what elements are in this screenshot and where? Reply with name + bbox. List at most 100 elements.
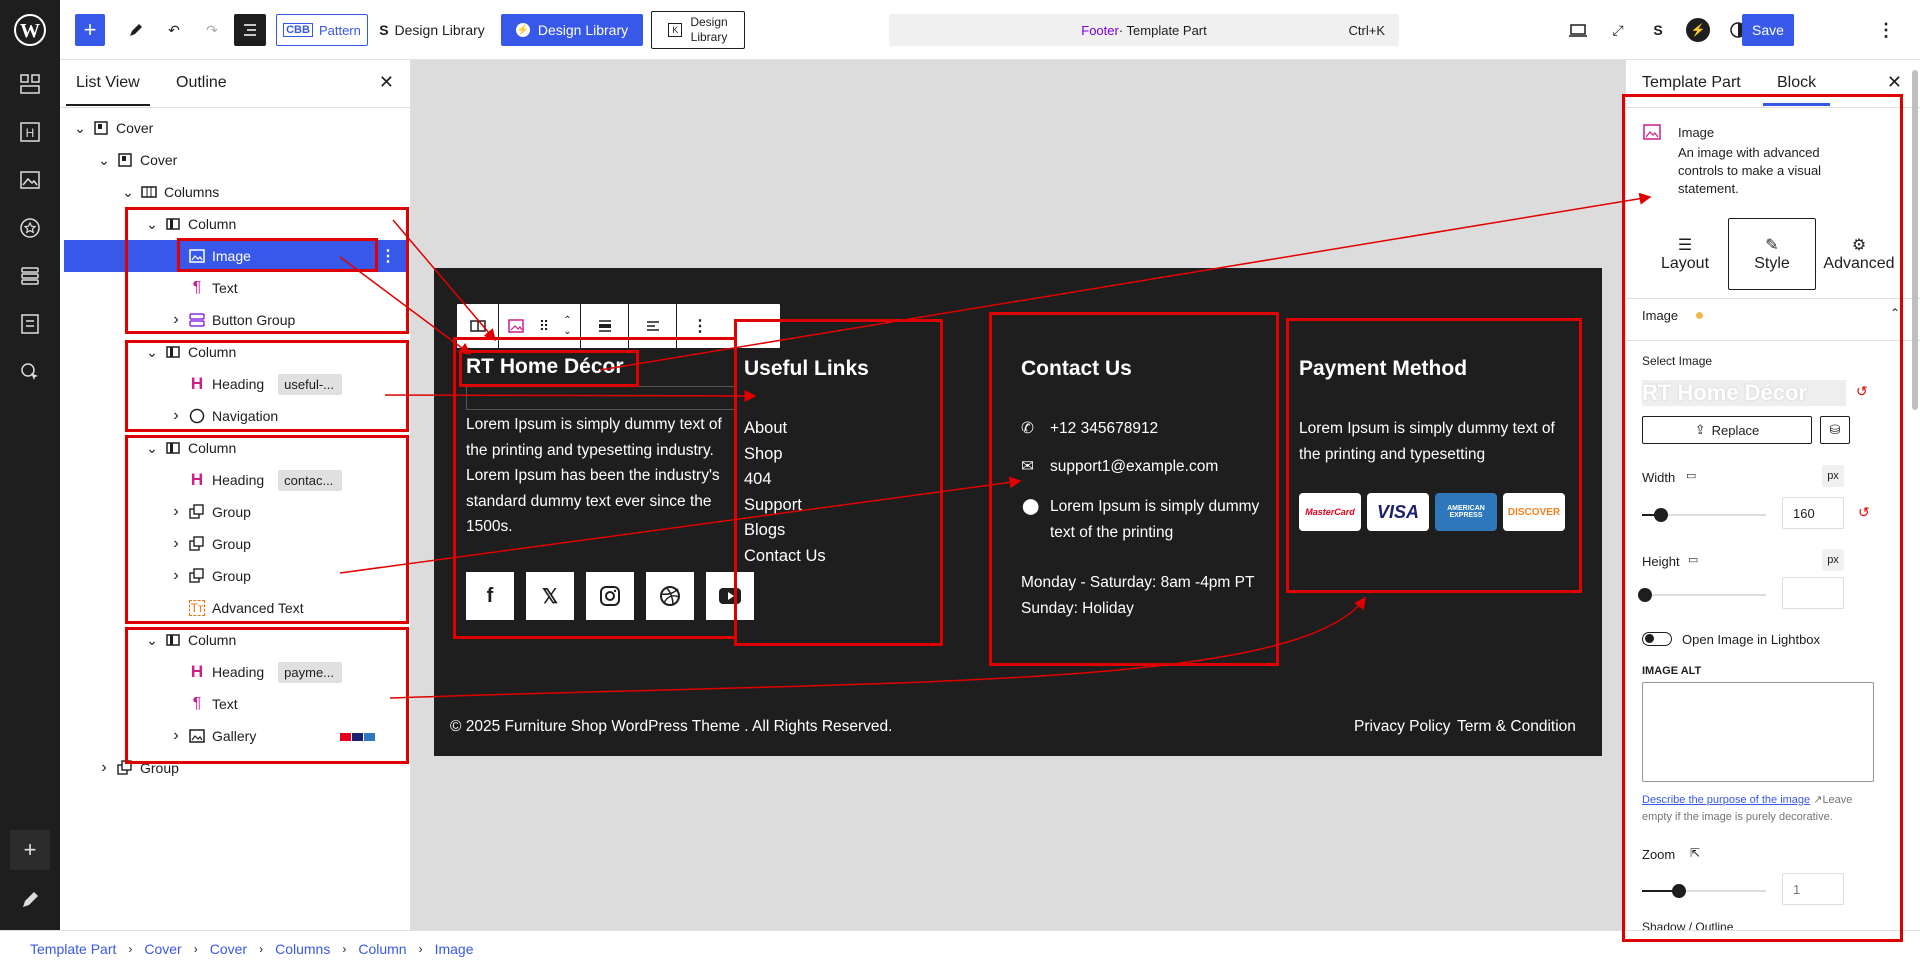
list-view-row-cover[interactable]: ⌄ Cover xyxy=(64,144,408,176)
breadcrumb-item[interactable]: Cover xyxy=(210,941,247,957)
height-slider-knob[interactable] xyxy=(1638,588,1652,602)
about-text[interactable]: Lorem Ipsum is simply dummy text of the … xyxy=(466,412,730,540)
media-icon[interactable] xyxy=(18,168,42,192)
height-slider[interactable] xyxy=(1638,588,1766,602)
hours-sunday[interactable]: Sunday: Holiday xyxy=(1021,596,1134,622)
list-view-row-navigation[interactable]: › Navigation xyxy=(64,400,408,432)
instagram-icon[interactable] xyxy=(586,572,634,620)
facebook-icon[interactable]: f xyxy=(466,572,514,620)
tab-outline[interactable]: Outline xyxy=(176,74,227,92)
list-view-row-group[interactable]: › Group xyxy=(64,496,408,528)
undo-icon[interactable]: ↶ xyxy=(158,14,190,46)
list-view-row-column[interactable]: ⌄ Column xyxy=(64,432,408,464)
describe-purpose-link[interactable]: Describe the purpose of the image xyxy=(1642,794,1810,806)
contact-email[interactable]: support1@example.com xyxy=(1050,454,1218,480)
dynamic-content-icon[interactable]: ⛁ xyxy=(1820,416,1850,444)
replace-button[interactable]: ⇪ Replace xyxy=(1642,416,1812,444)
list-view-row-column[interactable]: ⌄ Column xyxy=(64,624,408,656)
breadcrumb-item[interactable]: Cover xyxy=(144,941,181,957)
list-view-row-columns[interactable]: ⌄ Columns xyxy=(64,176,408,208)
list-view-row-text[interactable]: ¶ Text xyxy=(64,688,408,720)
payment-heading[interactable]: Payment Method xyxy=(1299,357,1467,381)
list-view-row-heading[interactable]: H Heading useful-... xyxy=(64,368,408,400)
breadcrumb-item[interactable]: Column xyxy=(358,941,406,957)
block-inserter-button[interactable]: + xyxy=(75,14,105,46)
chevron-right-icon[interactable]: › xyxy=(168,567,184,585)
breadcrumb-item[interactable]: Template Part xyxy=(30,941,116,957)
star-icon[interactable] xyxy=(18,216,42,240)
footer-nav-link[interactable]: Contact Us xyxy=(744,544,826,570)
chevron-right-icon[interactable]: › xyxy=(168,311,184,329)
hours-weekday[interactable]: Monday - Saturday: 8am -4pm PT xyxy=(1021,570,1254,596)
breadcrumb-item[interactable]: Columns xyxy=(275,941,330,957)
fullscreen-icon[interactable]: ⤢ xyxy=(1602,14,1634,46)
patterns-icon[interactable] xyxy=(18,72,42,96)
redo-icon[interactable]: ↷ xyxy=(196,14,228,46)
x-twitter-icon[interactable]: 𝕏 xyxy=(526,572,574,620)
width-slider-knob[interactable] xyxy=(1653,508,1668,522)
close-icon[interactable]: ✕ xyxy=(1887,72,1902,93)
heading-block-icon[interactable]: H xyxy=(18,120,42,144)
parent-block-icon[interactable] xyxy=(457,304,499,348)
copyright-text[interactable]: © 2025 Furniture Shop WordPress Theme . … xyxy=(450,714,892,740)
move-up-down-icon[interactable]: ⌃ ⌄ xyxy=(555,304,581,348)
save-button[interactable]: Save xyxy=(1742,14,1794,46)
footer-nav-link[interactable]: About xyxy=(744,416,787,442)
tab-list-view[interactable]: List View xyxy=(66,74,150,106)
payment-text[interactable]: Lorem Ipsum is simply dummy text of the … xyxy=(1299,416,1579,467)
stackable-s-icon[interactable]: S xyxy=(1642,14,1674,46)
block-align-icon[interactable] xyxy=(581,304,629,348)
chevron-right-icon[interactable]: › xyxy=(168,407,184,425)
chevron-down-icon[interactable]: ⌄ xyxy=(144,632,160,649)
zoom-slider-knob[interactable] xyxy=(1672,884,1687,898)
text-align-left-icon[interactable] xyxy=(629,304,677,348)
width-input[interactable]: 160 xyxy=(1782,497,1844,529)
footer-nav-link[interactable]: Blogs xyxy=(744,518,785,544)
wordpress-logo-icon[interactable]: W xyxy=(10,10,50,50)
list-view-row-text[interactable]: ¶ Text xyxy=(64,272,408,304)
tab-advanced[interactable]: ⚙ Advanced xyxy=(1816,218,1902,290)
image-block-icon[interactable] xyxy=(499,304,533,348)
list-view-row-group[interactable]: › Group xyxy=(64,528,408,560)
list-view-row-cover[interactable]: ⌄ Cover xyxy=(64,112,408,144)
design-library-primary-button[interactable]: ⚡ Design Library xyxy=(501,14,643,46)
add-icon[interactable]: + xyxy=(10,830,50,870)
cursor-icon[interactable]: ⇱ xyxy=(1690,846,1700,860)
zoom-input[interactable]: 1 xyxy=(1782,873,1844,905)
footer-nav-link[interactable]: 404 xyxy=(744,467,772,493)
desktop-device-icon[interactable]: ▭ xyxy=(1686,469,1696,482)
list-view-row-advanced-text[interactable]: Tт Advanced Text xyxy=(64,592,408,624)
height-unit-toggle[interactable]: px xyxy=(1822,549,1844,571)
contact-heading[interactable]: Contact Us xyxy=(1021,357,1132,381)
chevron-down-icon[interactable]: ⌄ xyxy=(144,216,160,233)
tab-layout[interactable]: ☰ Layout xyxy=(1642,218,1728,290)
tab-block[interactable]: Block xyxy=(1762,74,1831,106)
chevron-down-icon[interactable]: ⌄ xyxy=(144,440,160,457)
row-options-kebab-icon[interactable]: ⋮ xyxy=(380,246,396,266)
contact-phone[interactable]: +12 345678912 xyxy=(1050,416,1158,442)
list-view-row-gallery[interactable]: › Gallery xyxy=(64,720,408,752)
list-view-row-heading[interactable]: H Heading payme... xyxy=(64,656,408,688)
contact-address[interactable]: Lorem Ipsum is simply dummy text of the … xyxy=(1050,494,1270,545)
reset-icon[interactable]: ↺ xyxy=(1856,383,1868,400)
tools-pencil-icon[interactable] xyxy=(120,14,152,46)
footer-nav-link[interactable]: Shop xyxy=(744,442,783,468)
database-icon[interactable] xyxy=(18,264,42,288)
image-preview[interactable]: RT Home Décor xyxy=(1642,380,1846,406)
footer-nav-link[interactable]: Support xyxy=(744,493,802,519)
scrollbar[interactable] xyxy=(1912,70,1918,410)
desktop-preview-icon[interactable] xyxy=(1562,14,1594,46)
chevron-down-icon[interactable]: ⌄ xyxy=(72,120,88,137)
list-view-row-image[interactable]: Image ⋮ xyxy=(64,240,408,272)
forms-icon[interactable] xyxy=(18,312,42,336)
section-image-title[interactable]: Image xyxy=(1642,308,1678,323)
design-library-outline-button[interactable]: K Design Library xyxy=(651,11,745,49)
list-view-row-group[interactable]: › Group xyxy=(64,560,408,592)
chevron-down-icon[interactable]: ⌄ xyxy=(96,152,112,169)
width-slider[interactable] xyxy=(1642,508,1766,522)
youtube-icon[interactable] xyxy=(706,572,754,620)
close-icon[interactable]: ✕ xyxy=(379,72,394,93)
drag-handle-icon[interactable]: ⠿ xyxy=(533,304,555,348)
chevron-down-icon[interactable]: ⌄ xyxy=(144,344,160,361)
tab-style[interactable]: ✎ Style xyxy=(1728,218,1816,290)
